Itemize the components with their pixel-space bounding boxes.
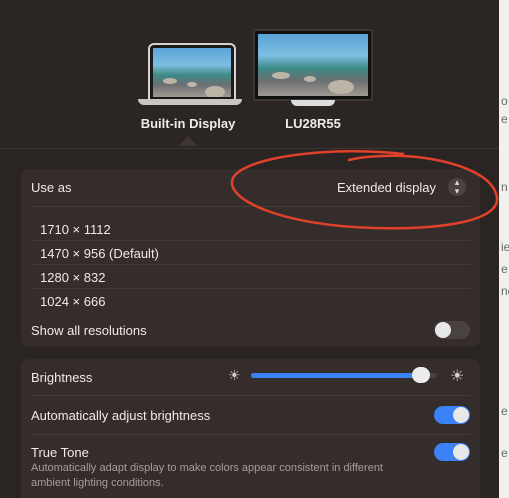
wallpaper-image [258,34,368,96]
display-settings-card: Use as Extended display ▴ ▾ 1710 × 1112 1… [21,169,480,347]
toggle-knob [453,407,469,423]
brightness-card: Brightness ☀ ☀ Automatically adjust brig… [21,359,480,498]
divider [31,395,470,396]
selection-indicator [178,136,198,146]
toggle-knob [453,444,469,460]
laptop-base [138,99,242,105]
display-arrangement-area [0,0,499,148]
built-in-display-thumbnail[interactable] [148,43,236,100]
edge-text: no [501,284,509,298]
edge-text: e [501,112,508,126]
resolution-option[interactable]: 1280 × 832 [40,270,105,285]
edge-text: e [501,404,508,418]
true-tone-label: True Tone [31,445,89,460]
display-label: Built-in Display [140,116,236,131]
monitor-stand [291,100,335,106]
chevron-up-down-icon[interactable]: ▴ ▾ [448,178,466,196]
divider [31,434,470,435]
use-as-popup[interactable]: Extended display [337,180,436,195]
edge-text: o [501,94,508,108]
sun-large-icon: ☀ [450,368,465,385]
resolution-option[interactable]: 1470 × 956 (Default) [40,246,159,261]
divider [31,264,470,265]
true-tone-toggle[interactable] [434,443,470,461]
edge-text: e [501,446,508,460]
show-all-resolutions-toggle[interactable] [434,321,470,339]
external-display-thumbnail[interactable] [253,29,373,101]
resolution-option[interactable]: 1710 × 1112 [40,222,111,237]
resolution-option[interactable]: 1024 × 666 [40,294,105,309]
slider-knob[interactable] [412,367,430,383]
edge-text: e [501,262,508,276]
toggle-knob [435,322,451,338]
use-as-row: Use as Extended display ▴ ▾ [21,169,480,205]
show-all-resolutions-label: Show all resolutions [31,323,147,338]
auto-brightness-toggle[interactable] [434,406,470,424]
display-label: LU28R55 [285,116,341,131]
display-item-lu28r55[interactable]: LU28R55 [263,116,363,131]
brightness-label: Brightness [31,370,93,385]
divider [31,240,470,241]
display-item-built-in[interactable]: Built-in Display [128,116,248,131]
true-tone-description: Automatically adapt display to make colo… [31,462,383,489]
edge-text: n [501,180,508,194]
wallpaper-image [153,48,231,97]
brightness-slider[interactable] [251,367,437,383]
sun-small-icon: ☀ [228,367,241,383]
auto-brightness-label: Automatically adjust brightness [31,408,211,423]
slider-fill [251,373,421,378]
divider [31,288,470,289]
edge-text: ie [501,240,509,254]
divider [31,206,470,207]
use-as-label: Use as [31,180,72,195]
